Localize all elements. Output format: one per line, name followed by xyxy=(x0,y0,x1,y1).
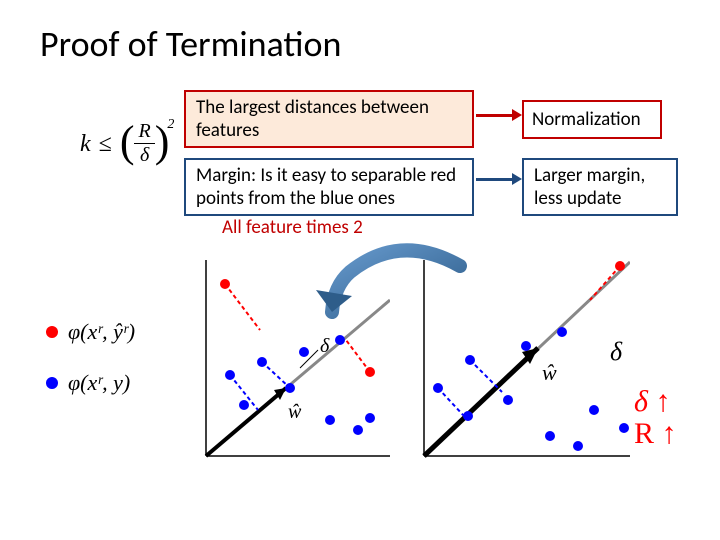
arrow-to-larger-margin xyxy=(476,178,514,181)
paren-left: ( xyxy=(120,117,135,166)
delta-label-right: δ xyxy=(610,337,623,366)
termination-formula: k ≤ (Rδ)2 xyxy=(80,120,176,171)
arrow-to-normalization xyxy=(476,114,514,117)
all-feature-times-2-label: All feature times 2 xyxy=(222,218,363,239)
up-arrow-icon: ↑ xyxy=(655,385,670,418)
up-arrow-icon: ↑ xyxy=(662,417,677,450)
legend-dot-blue xyxy=(46,377,58,389)
box-larger-margin: Larger margin, less update xyxy=(522,158,678,216)
w-label-right: ŵ xyxy=(542,360,557,385)
box-margin-def: Margin: Is it easy to separable red poin… xyxy=(184,158,474,216)
formula-exp: 2 xyxy=(167,117,174,132)
plot-right: ŵ δ xyxy=(410,260,630,460)
box-largest-distance: The largest distances between features xyxy=(184,90,474,148)
delta-symbol: δ xyxy=(634,385,648,418)
r-symbol: R xyxy=(634,417,654,450)
page-title: Proof of Termination xyxy=(40,22,341,66)
formula-frac: Rδ xyxy=(134,120,154,167)
formula-num: R xyxy=(134,120,154,144)
delta-label-left: δ xyxy=(320,335,330,357)
formula-den: δ xyxy=(134,144,154,167)
formula-rel: ≤ xyxy=(97,131,114,157)
delta-r-increase: δ ↑ R ↑ xyxy=(634,386,677,449)
w-label-left: ŵ xyxy=(288,401,302,423)
legend-dot-red xyxy=(46,326,58,338)
phi-correct: φ(xʳ, ŷʳ) xyxy=(68,319,135,345)
box-normalization: Normalization xyxy=(522,100,662,139)
phi-other: φ(xʳ, y) xyxy=(68,370,130,396)
formula-lhs: k xyxy=(80,131,91,157)
plot-left: δ ŵ xyxy=(170,260,390,460)
